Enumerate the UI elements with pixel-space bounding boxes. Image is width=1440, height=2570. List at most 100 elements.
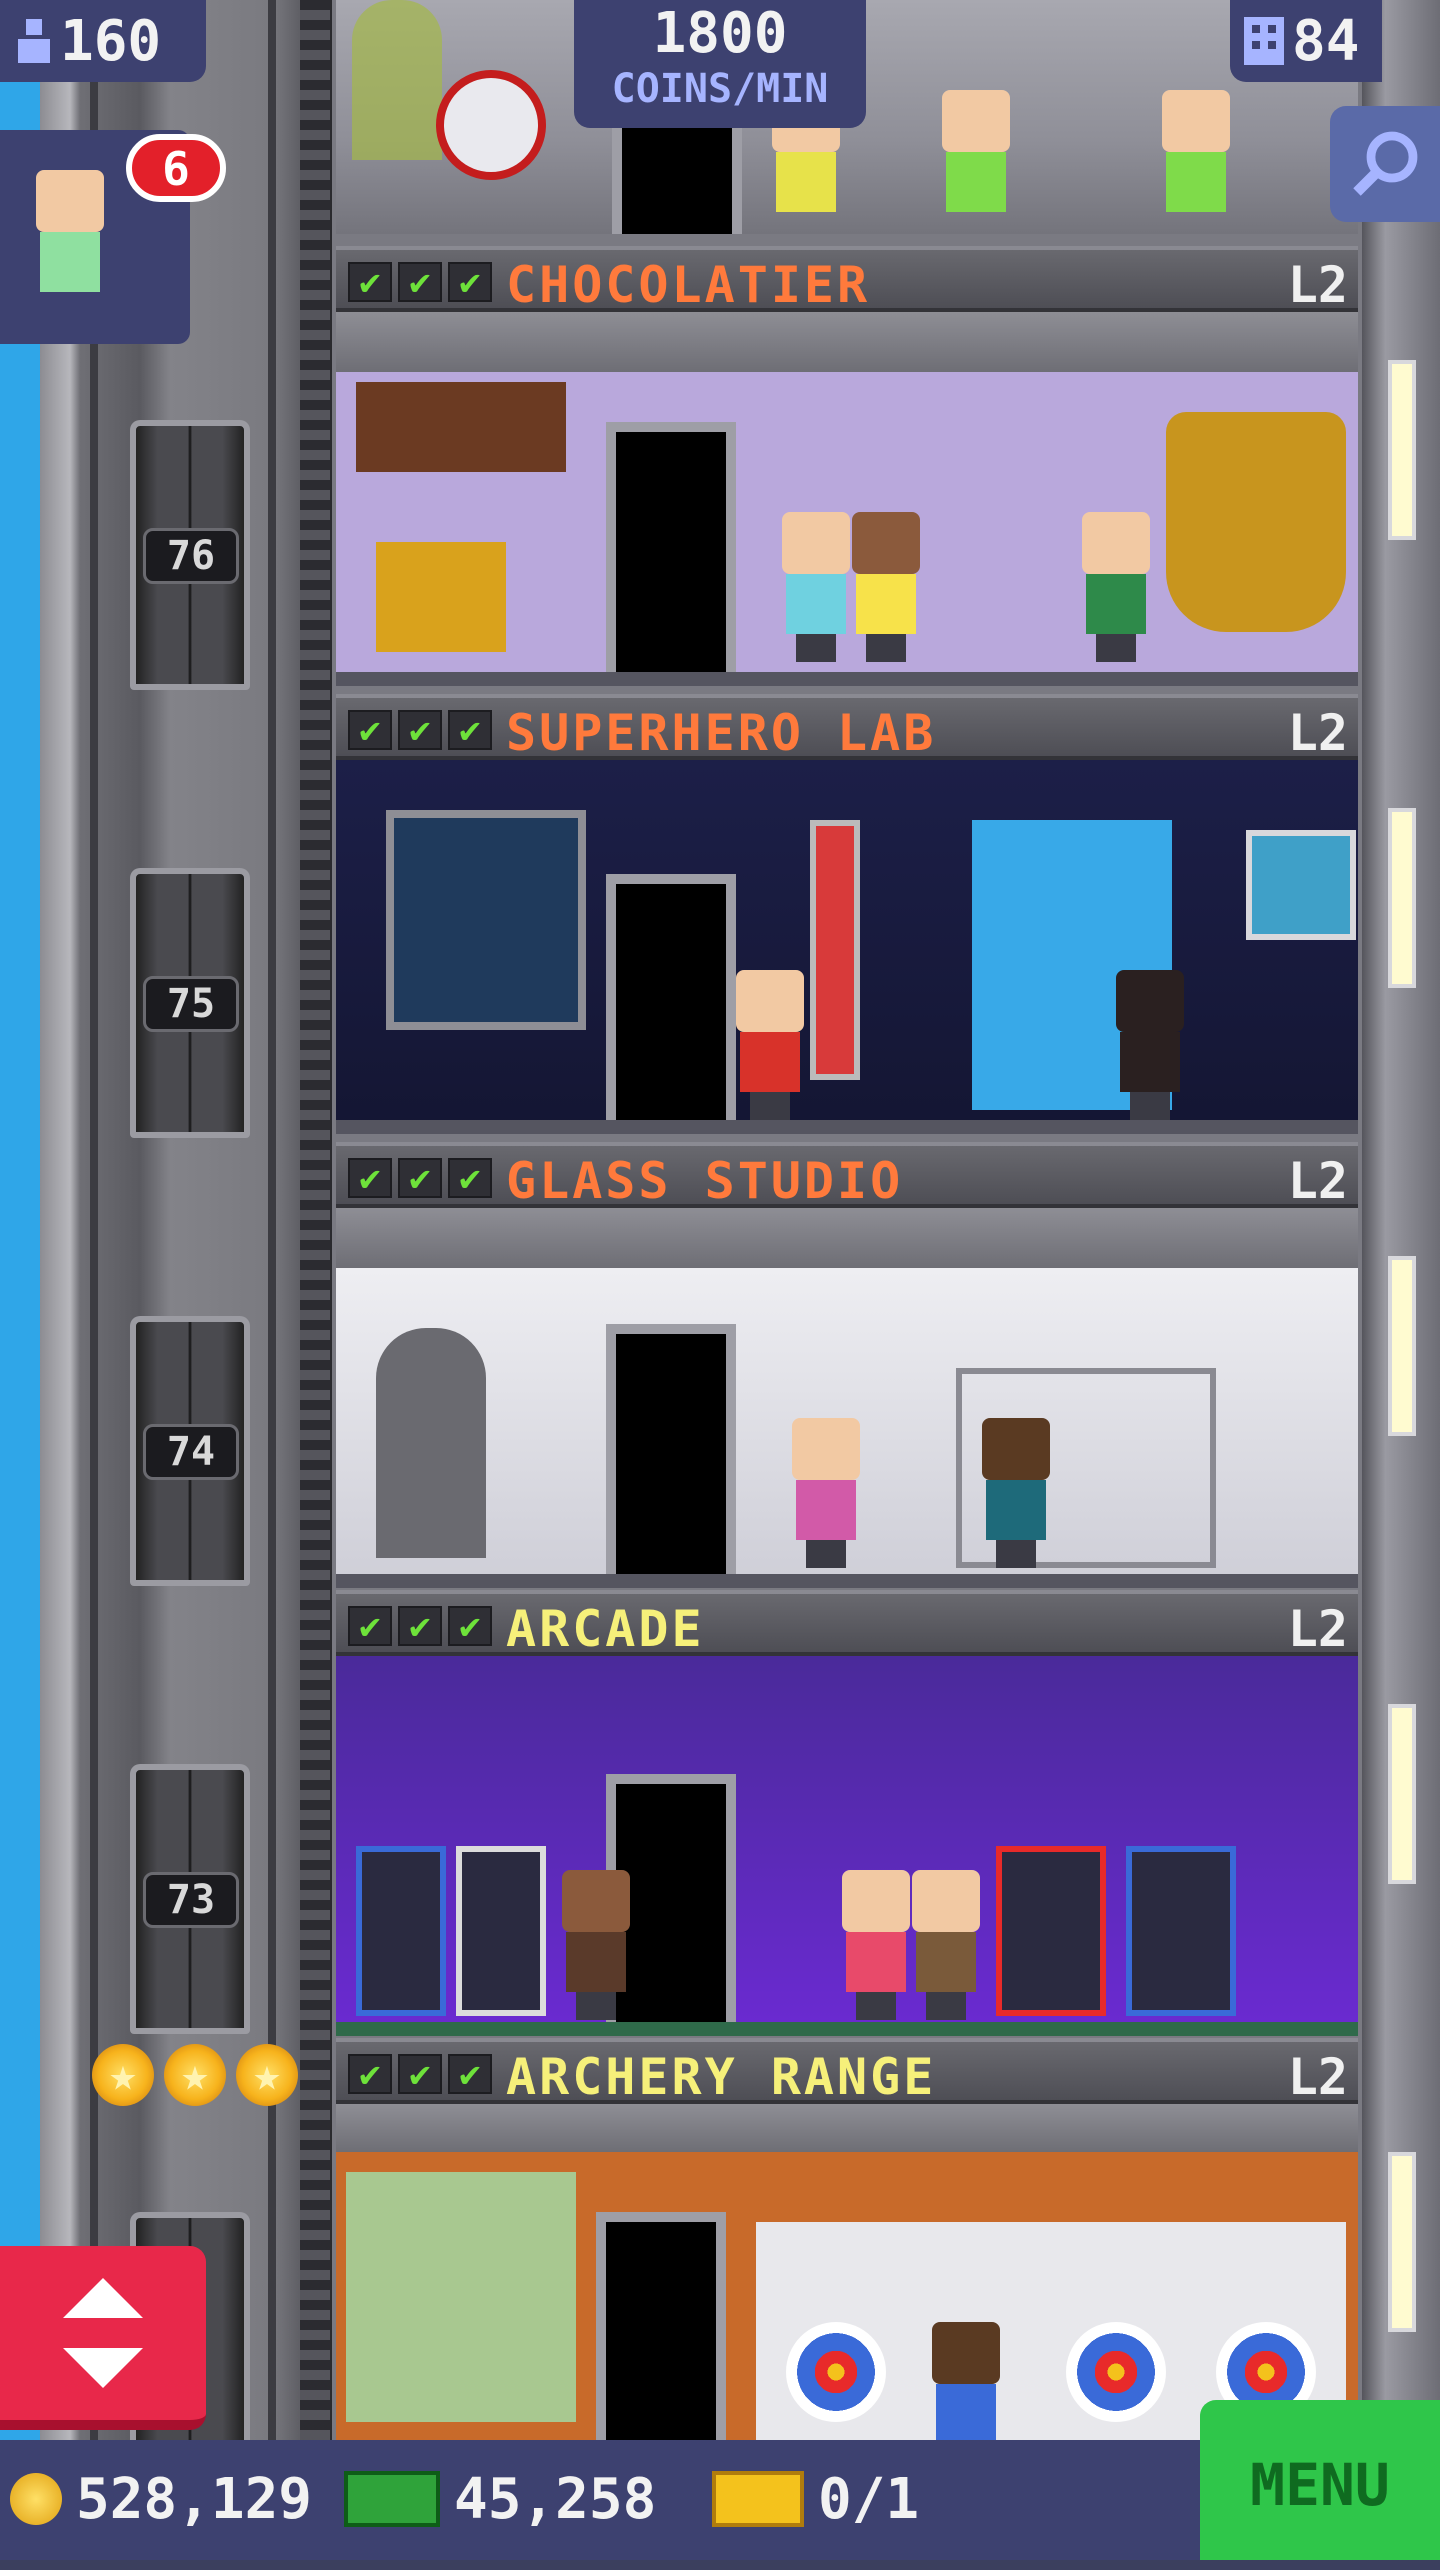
check-icon: ✔: [398, 262, 442, 302]
glass-furnace: [376, 1328, 486, 1558]
coins-per-min-label: COINS/MIN: [611, 66, 829, 112]
sky-strip: [0, 0, 40, 2440]
star-icon: ★: [92, 2044, 154, 2106]
floor-stock-checks: ✔ ✔ ✔: [348, 1158, 492, 1198]
population-counter[interactable]: 160: [0, 0, 206, 82]
room-superhero-lab[interactable]: [336, 760, 1358, 1126]
floor-ceiling: [336, 2104, 1358, 2152]
floor-number: 76: [143, 528, 239, 584]
check-icon: ✔: [448, 710, 492, 750]
check-icon: ✔: [348, 262, 392, 302]
floor-stock-checks: ✔ ✔ ✔: [348, 710, 492, 750]
floor-strip: [336, 2022, 1358, 2036]
chocolate-cauldron: [376, 542, 506, 652]
resident[interactable]: [786, 1418, 866, 1568]
floor-number: 75: [143, 976, 239, 1032]
check-icon: ✔: [348, 2054, 392, 2094]
arcade-cabinet: [356, 1846, 446, 2016]
check-icon: ✔: [448, 2054, 492, 2094]
chocolate-tank: [1166, 412, 1346, 632]
door: [606, 1324, 736, 1574]
check-icon: ✔: [348, 1606, 392, 1646]
door: [606, 874, 736, 1124]
floor-name: GLASS STUDIO: [506, 1152, 904, 1210]
floor-name: ARCADE: [506, 1600, 705, 1658]
room-arcade[interactable]: [336, 1656, 1358, 2022]
resident[interactable]: [936, 90, 1016, 234]
tower-window: [1388, 1704, 1416, 1884]
egg-chair-decoration: [436, 70, 546, 180]
resident[interactable]: [926, 2322, 1006, 2440]
resident[interactable]: [556, 1870, 636, 2020]
floor-header-arcade[interactable]: ✔ ✔ ✔ ARCADE L2: [336, 1590, 1358, 1658]
visitor-avatar: [30, 170, 110, 320]
check-icon: ✔: [398, 2054, 442, 2094]
floor-level: L2: [1287, 256, 1348, 314]
check-icon: ✔: [448, 262, 492, 302]
resident[interactable]: [1156, 90, 1236, 234]
resident[interactable]: [846, 512, 926, 662]
menu-button[interactable]: MENU: [1200, 2400, 1440, 2560]
floor-strip: [336, 672, 1358, 686]
resident[interactable]: [976, 1418, 1056, 1568]
chocolate-shelf: [356, 382, 566, 472]
resident[interactable]: [906, 1870, 986, 2020]
check-icon: ✔: [348, 1158, 392, 1198]
archery-wall-rack: [346, 2172, 576, 2422]
floor-level: L2: [1287, 704, 1348, 762]
floors-counter[interactable]: 84: [1230, 0, 1382, 82]
visitor-count-badge: 6: [126, 134, 226, 202]
archery-target: [786, 2322, 886, 2422]
elevator-button[interactable]: [0, 2246, 206, 2430]
tower-window: [1388, 360, 1416, 540]
tickets-counter[interactable]: 0/1: [712, 2464, 919, 2534]
arcade-cabinet: [1126, 1846, 1236, 2016]
tower-window: [1388, 808, 1416, 988]
arcade-cabinet: [456, 1846, 546, 2016]
floor-stock-checks: ✔ ✔ ✔: [348, 1606, 492, 1646]
check-icon: ✔: [398, 1158, 442, 1198]
floor-ceiling: [336, 1208, 1358, 1268]
resident[interactable]: [1110, 970, 1190, 1120]
room-chocolatier[interactable]: [336, 372, 1358, 672]
floors-value: 84: [1292, 8, 1360, 74]
bux-icon: [344, 2471, 440, 2527]
lab-monitor: [386, 810, 586, 1030]
floor-stock-checks: ✔ ✔ ✔: [348, 262, 492, 302]
bux-counter[interactable]: 45,258: [344, 2464, 656, 2534]
check-icon: ✔: [448, 1158, 492, 1198]
resident[interactable]: [730, 970, 810, 1120]
floor-header-glass-studio[interactable]: ✔ ✔ ✔ GLASS STUDIO L2: [336, 1142, 1358, 1210]
search-button[interactable]: [1330, 106, 1440, 222]
floor-name: ARCHERY RANGE: [506, 2048, 937, 2106]
floor-header-superhero-lab[interactable]: ✔ ✔ ✔ SUPERHERO LAB L2: [336, 694, 1358, 762]
floor-number: 74: [143, 1424, 239, 1480]
archery-target: [1066, 2322, 1166, 2422]
check-icon: ✔: [348, 710, 392, 750]
room-glass-studio[interactable]: [336, 1268, 1358, 1574]
resident[interactable]: [1076, 512, 1156, 662]
coins-per-min-panel: 1800 COINS/MIN: [574, 0, 866, 128]
floor-name: CHOCOLATIER: [506, 256, 871, 314]
arcade-cabinet: [996, 1846, 1106, 2016]
coins-counter[interactable]: 528,129: [10, 2464, 312, 2534]
floor-name: SUPERHERO LAB: [506, 704, 937, 762]
door: [596, 2212, 726, 2440]
elevator-arrows-icon: [63, 2278, 143, 2388]
elevator-stars: ★ ★ ★: [92, 2044, 298, 2106]
floor-stock-checks: ✔ ✔ ✔: [348, 2054, 492, 2094]
bux-value: 45,258: [454, 2466, 657, 2532]
star-icon: ★: [236, 2044, 298, 2106]
floor-header-chocolatier[interactable]: ✔ ✔ ✔ CHOCOLATIER L2: [336, 246, 1358, 314]
tower-window: [1388, 1256, 1416, 1436]
resident[interactable]: [776, 512, 856, 662]
tower-window: [1388, 2152, 1416, 2332]
ticket-icon: [712, 2471, 804, 2527]
check-icon: ✔: [398, 710, 442, 750]
floor-header-archery-range[interactable]: ✔ ✔ ✔ ARCHERY RANGE L2: [336, 2038, 1358, 2106]
floor-level: L2: [1287, 2048, 1348, 2106]
resident[interactable]: [836, 1870, 916, 2020]
room-archery-range[interactable]: [336, 2152, 1358, 2440]
search-icon: [1353, 131, 1418, 196]
floor-strip: [336, 1120, 1358, 1134]
